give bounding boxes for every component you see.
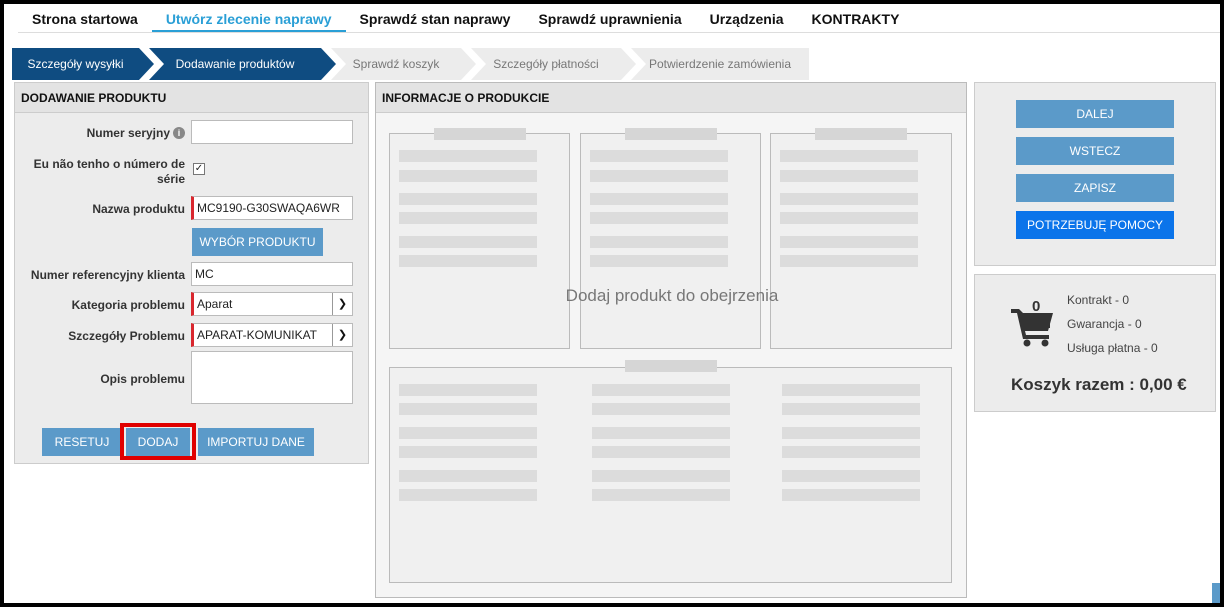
info-icon[interactable]: i [173, 127, 185, 139]
actions-panel: DALEJ WSTECZ ZAPISZ POTRZEBUJĘ POMOCY [974, 82, 1216, 266]
product-name-label: Nazwa produktu [92, 202, 185, 216]
nav-create-repair[interactable]: Utwórz zlecenie naprawy [151, 4, 346, 32]
nav-entitlements[interactable]: Sprawdź uprawnienia [524, 4, 695, 32]
chevron-down-icon[interactable]: ❯ [332, 324, 352, 346]
cart-contract-count: Kontrakt - 0 [1067, 293, 1130, 307]
step-adding-products[interactable]: Dodawanie produktów [149, 48, 336, 80]
nav-home[interactable]: Strona startowa [18, 4, 152, 32]
panel-title: INFORMACJE O PRODUKCIE [376, 83, 966, 113]
panel-title: DODAWANIE PRODUKTU [15, 83, 368, 113]
problem-description-textarea[interactable] [191, 351, 353, 404]
add-product-panel: DODAWANIE PRODUKTU Numer seryjny i Eu não… [14, 82, 369, 464]
step-check-cart[interactable]: Sprawdź koszyk [331, 48, 476, 80]
step-label: Dodawanie produktów [175, 57, 295, 71]
step-label: Potwierdzenie zamówienia [648, 57, 792, 71]
problem-description-label: Opis problemu [100, 372, 185, 386]
back-button[interactable]: WSTECZ [1016, 137, 1174, 165]
empty-state-text: Dodaj produkt do obejrzenia [565, 286, 779, 305]
nav-divider [18, 32, 1220, 33]
step-order-confirmation[interactable]: Potwierdzenie zamówienia [631, 48, 809, 80]
feedback-tab[interactable] [1212, 583, 1220, 603]
selected-value: Aparat [197, 297, 233, 311]
serial-number-input[interactable] [191, 120, 353, 144]
step-label: Szczegóły wysyłki [27, 57, 124, 71]
save-button[interactable]: ZAPISZ [1016, 174, 1174, 202]
problem-category-select[interactable]: Aparat ❯ [191, 292, 353, 316]
app-frame: Strona startowa Utwórz zlecenie naprawy … [4, 4, 1220, 603]
problem-details-select[interactable]: APARAT-KOMUNIKAT ❯ [191, 323, 353, 347]
customer-ref-label: Numer referencyjny klienta [30, 268, 185, 282]
import-data-button[interactable]: IMPORTUJ DANE [198, 428, 314, 456]
problem-details-label: Szczegóły Problemu [68, 329, 185, 343]
serial-number-label: Numer seryjny i [25, 126, 185, 140]
step-payment-details[interactable]: Szczegóły płatności [471, 48, 636, 80]
product-info-panel: INFORMACJE O PRODUKCIE Dodaj produkt do … [375, 82, 967, 598]
product-name-input[interactable]: MC9190-G30SWAQA6WR [191, 196, 353, 220]
wizard-steps: Szczegóły wysyłki Dodawanie produktów Sp… [12, 48, 812, 80]
cart-total: Koszyk razem : 0,00 € [1011, 375, 1187, 394]
nav-devices[interactable]: Urządzenia [696, 4, 798, 32]
selected-value: APARAT-KOMUNIKAT [197, 328, 318, 342]
skeleton-card [389, 128, 570, 349]
top-navigation: Strona startowa Utwórz zlecenie naprawy … [18, 4, 913, 32]
cart-warranty-count: Gwarancja - 0 [1067, 317, 1142, 331]
no-serial-checkbox[interactable]: ✓ [193, 163, 205, 175]
no-serial-label: Eu não tenho o número de série [33, 157, 185, 186]
nav-contracts[interactable]: KONTRAKTY [798, 4, 914, 32]
chevron-down-icon[interactable]: ❯ [332, 293, 352, 315]
help-button[interactable]: POTRZEBUJĘ POMOCY [1016, 211, 1174, 239]
skeleton-card [580, 128, 761, 349]
add-button[interactable]: DODAJ [126, 428, 190, 456]
select-product-button[interactable]: WYBÓR PRODUKTU [192, 228, 323, 256]
next-button[interactable]: DALEJ [1016, 100, 1174, 128]
skeleton-card [770, 128, 952, 349]
customer-ref-input[interactable]: MC [191, 262, 353, 286]
cart-summary-panel: 0 Kontrakt - 0 Gwarancja - 0 Usługa płat… [974, 274, 1216, 412]
skeleton-card-wide [389, 360, 952, 583]
step-shipping-details[interactable]: Szczegóły wysyłki [12, 48, 154, 80]
nav-repair-status[interactable]: Sprawdź stan naprawy [346, 4, 525, 32]
step-label: Sprawdź koszyk [352, 57, 440, 71]
reset-button[interactable]: RESETUJ [42, 428, 122, 456]
step-label: Szczegóły płatności [493, 57, 599, 71]
cart-paid-service-count: Usługa płatna - 0 [1067, 341, 1158, 355]
shopping-cart-icon[interactable] [1011, 305, 1055, 347]
problem-category-label: Kategoria problemu [71, 298, 185, 312]
